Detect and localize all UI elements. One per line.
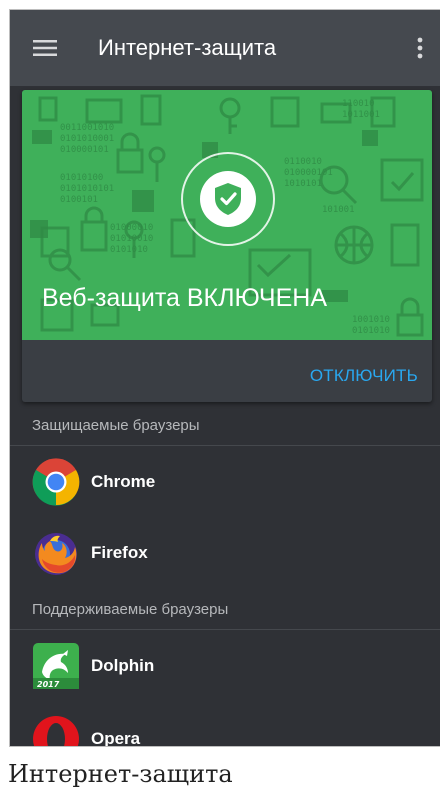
chrome-icon	[32, 458, 80, 506]
svg-text:101001: 101001	[322, 205, 355, 215]
svg-text:01010100: 01010100	[60, 173, 103, 183]
shield-badge	[181, 152, 275, 246]
svg-text:01000010: 01000010	[110, 223, 153, 233]
svg-text:0101010: 0101010	[352, 326, 390, 336]
protection-status-text: Веб-защита ВКЛЮЧЕНА	[42, 284, 327, 312]
svg-text:01010010: 01010010	[110, 234, 153, 244]
svg-text:0110010: 0110010	[284, 157, 322, 167]
opera-icon	[32, 715, 80, 746]
svg-text:1010101: 1010101	[284, 179, 322, 189]
dolphin-year-badge: 2017	[37, 680, 60, 689]
disable-protection-button[interactable]: ОТКЛЮЧИТЬ	[302, 360, 426, 392]
svg-text:0011001010: 0011001010	[60, 123, 114, 133]
browser-row-dolphin[interactable]: 2017 Dolphin	[10, 631, 440, 701]
svg-text:0100101: 0100101	[60, 195, 98, 205]
svg-text:0101010001: 0101010001	[60, 134, 114, 144]
browser-row-firefox[interactable]: Firefox	[10, 518, 440, 588]
web-protection-card: 0011001010 0101010001 010000101 01010100 01…	[22, 90, 432, 402]
firefox-icon	[32, 529, 80, 577]
browser-name: Firefox	[91, 543, 148, 562]
app-bar: Интернет-защита	[10, 10, 440, 86]
phone-screen: Интернет-защита 0011001010 0101010001 01…	[9, 9, 440, 747]
browser-name: Chrome	[91, 472, 156, 491]
svg-text:010000101: 010000101	[284, 168, 333, 178]
svg-text:1011001: 1011001	[342, 110, 380, 120]
svg-text:0101010101: 0101010101	[60, 184, 114, 194]
browser-row-chrome[interactable]: Chrome	[10, 447, 440, 517]
page-title: Интернет-защита	[98, 35, 277, 60]
svg-text:010000101: 010000101	[60, 145, 109, 155]
supported-browsers-header: Поддерживаемые браузеры	[10, 590, 440, 630]
protection-hero-banner: 0011001010 0101010001 010000101 01010100 01…	[22, 90, 432, 340]
protected-browsers-header: Защищаемые браузеры	[10, 406, 440, 446]
more-vertical-icon[interactable]	[400, 10, 440, 86]
browser-row-opera[interactable]: Opera	[10, 704, 440, 747]
browser-name: Dolphin	[91, 656, 155, 675]
shield-check-icon	[200, 171, 256, 227]
browser-name: Opera	[91, 729, 141, 747]
screenshot-caption: Интернет-защита	[8, 760, 233, 788]
dolphin-icon: 2017	[32, 642, 80, 690]
svg-text:1001010: 1001010	[352, 315, 390, 325]
svg-text:110010: 110010	[342, 99, 375, 109]
hamburger-menu-icon[interactable]	[10, 10, 80, 86]
svg-text:0101010: 0101010	[110, 245, 148, 255]
